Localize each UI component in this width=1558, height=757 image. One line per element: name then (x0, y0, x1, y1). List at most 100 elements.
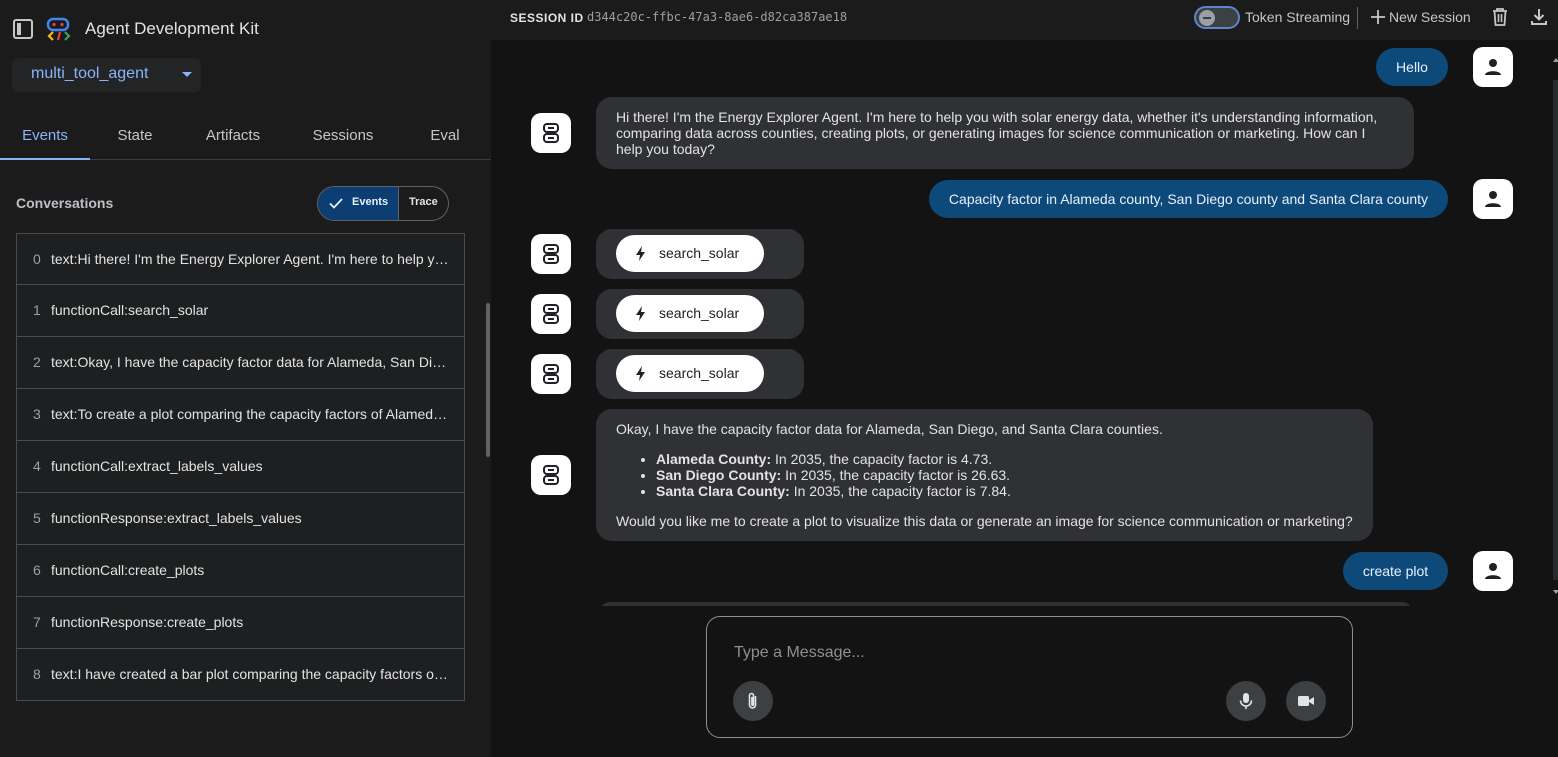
agent-result-outro: Would you like me to create a plot to vi… (616, 513, 1353, 529)
event-row[interactable]: 8 text:I have created a bar plot comparin… (16, 649, 465, 701)
plus-icon[interactable] (1370, 9, 1386, 25)
tab-state[interactable]: State (90, 118, 180, 160)
scroll-up-icon[interactable] (1553, 58, 1558, 62)
robot-icon (543, 304, 559, 324)
event-row[interactable]: 0 text:Hi there! I'm the Energy Explorer … (16, 233, 465, 285)
agent-avatar (531, 294, 571, 334)
event-row[interactable]: 2 text:Okay, I have the capacity factor d… (16, 337, 465, 389)
robot-icon (543, 465, 559, 485)
county-detail: In 2035, the capacity factor is 26.63. (781, 467, 1011, 483)
session-id-label: SESSION ID (510, 11, 584, 25)
tab-events[interactable]: Events (0, 118, 90, 160)
person-icon (1485, 563, 1501, 579)
video-button[interactable] (1286, 681, 1326, 721)
event-list: 0 text:Hi there! I'm the Energy Explorer … (16, 233, 465, 701)
event-row[interactable]: 5 functionResponse:extract_labels_values (16, 493, 465, 545)
list-item: San Diego County: In 2035, the capacity … (656, 467, 1353, 483)
scroll-down-icon[interactable] (1553, 590, 1558, 594)
user-avatar (1473, 179, 1513, 219)
event-index: 7 (33, 614, 41, 630)
toggle-trace-button[interactable]: Trace (399, 187, 448, 220)
county-name: Alameda County: (656, 451, 772, 467)
agent-select[interactable]: multi_tool_agent (12, 58, 201, 92)
function-call-chip[interactable]: search_solar (616, 355, 764, 392)
new-session-button[interactable]: New Session (1389, 9, 1471, 25)
token-streaming-toggle[interactable] (1194, 6, 1240, 29)
agent-avatar (531, 354, 571, 394)
function-call-chip[interactable]: search_solar (616, 295, 764, 332)
message-input[interactable]: Type a Message... (706, 616, 1353, 738)
event-text: functionResponse:create_plots (51, 614, 244, 630)
event-text: functionCall:create_plots (51, 562, 205, 578)
message-input-placeholder: Type a Message... (734, 644, 865, 661)
chat-scrollbar[interactable] (1553, 40, 1558, 606)
event-text: text:I have created a bar plot comparing… (51, 666, 451, 682)
event-index: 4 (33, 458, 41, 474)
event-index: 5 (33, 510, 41, 526)
microphone-button[interactable] (1226, 681, 1266, 721)
attach-button[interactable] (733, 681, 773, 721)
events-trace-toggle: Events Trace (317, 186, 449, 221)
event-text: text:Okay, I have the capacity factor da… (51, 354, 451, 370)
user-avatar (1473, 551, 1513, 591)
event-index: 3 (33, 406, 41, 422)
agent-avatar (531, 234, 571, 274)
event-text: text:Hi there! I'm the Energy Explorer A… (51, 251, 451, 267)
agent-message-text: Hi there! I'm the Energy Explorer Agent.… (616, 109, 1378, 157)
agent-message: Okay, I have the capacity factor data fo… (596, 409, 1373, 541)
user-message: create plot (1343, 552, 1448, 590)
input-area: Type a Message... (491, 606, 1558, 757)
county-name: San Diego County: (656, 467, 782, 483)
tab-sessions[interactable]: Sessions (286, 118, 400, 160)
event-text: functionCall:search_solar (51, 302, 209, 318)
sidebar-header: Agent Development Kit (0, 0, 491, 56)
agent-avatar (531, 113, 571, 153)
sidebar-toggle-icon[interactable] (12, 18, 34, 40)
adk-logo-icon (46, 17, 71, 41)
robot-icon (543, 364, 559, 384)
toggle-knob (1199, 10, 1215, 26)
person-icon (1485, 59, 1501, 75)
sidebar-scrollbar[interactable] (486, 303, 490, 457)
list-item: Alameda County: In 2035, the capacity fa… (656, 451, 1353, 467)
user-avatar (1473, 47, 1513, 87)
county-name: Santa Clara County: (656, 483, 790, 499)
app-root: Agent Development Kit multi_tool_agent E… (0, 0, 1558, 757)
scroll-thumb[interactable] (1553, 80, 1558, 580)
robot-icon (543, 244, 559, 264)
chat-area: Hello Hi there! I'm the Energy Explorer … (491, 40, 1558, 606)
county-detail: In 2035, the capacity factor is 4.73. (771, 451, 993, 467)
event-row[interactable]: 7 functionResponse:create_plots (16, 597, 465, 649)
videocam-icon (1298, 696, 1314, 706)
bolt-icon (636, 306, 645, 321)
app-title: Agent Development Kit (85, 19, 259, 38)
county-detail: In 2035, the capacity factor is 7.84. (789, 483, 1011, 499)
sidebar-tabs: Events State Artifacts Sessions Eval (0, 118, 491, 160)
event-text: functionCall:extract_labels_values (51, 458, 263, 474)
download-icon[interactable] (1529, 7, 1549, 27)
event-index: 1 (33, 302, 41, 318)
list-item: Santa Clara County: In 2035, the capacit… (656, 483, 1353, 499)
event-row[interactable]: 4 functionCall:extract_labels_values (16, 441, 465, 493)
event-index: 2 (33, 354, 41, 370)
event-index: 8 (33, 666, 41, 682)
event-row[interactable]: 6 functionCall:create_plots (16, 545, 465, 597)
bolt-icon (636, 366, 645, 381)
chevron-down-icon (182, 72, 192, 77)
tab-artifacts[interactable]: Artifacts (180, 118, 286, 160)
user-message: Capacity factor in Alameda county, San D… (929, 180, 1448, 218)
event-row[interactable]: 3 text:To create a plot comparing the cap… (16, 389, 465, 441)
function-call-message: search_solar (596, 229, 804, 279)
tab-eval[interactable]: Eval (400, 118, 490, 160)
robot-icon (543, 123, 559, 143)
county-list: Alameda County: In 2035, the capacity fa… (656, 451, 1353, 499)
event-row[interactable]: 1 functionCall:search_solar (16, 285, 465, 337)
check-icon (329, 198, 343, 209)
agent-select-value: multi_tool_agent (31, 65, 149, 82)
sidebar: Agent Development Kit multi_tool_agent E… (0, 0, 491, 757)
toggle-events-button[interactable]: Events (318, 187, 399, 220)
event-index: 6 (33, 562, 41, 578)
trash-icon[interactable] (1491, 7, 1509, 27)
function-call-chip[interactable]: search_solar (616, 235, 764, 272)
event-text: functionResponse:extract_labels_values (51, 510, 302, 526)
